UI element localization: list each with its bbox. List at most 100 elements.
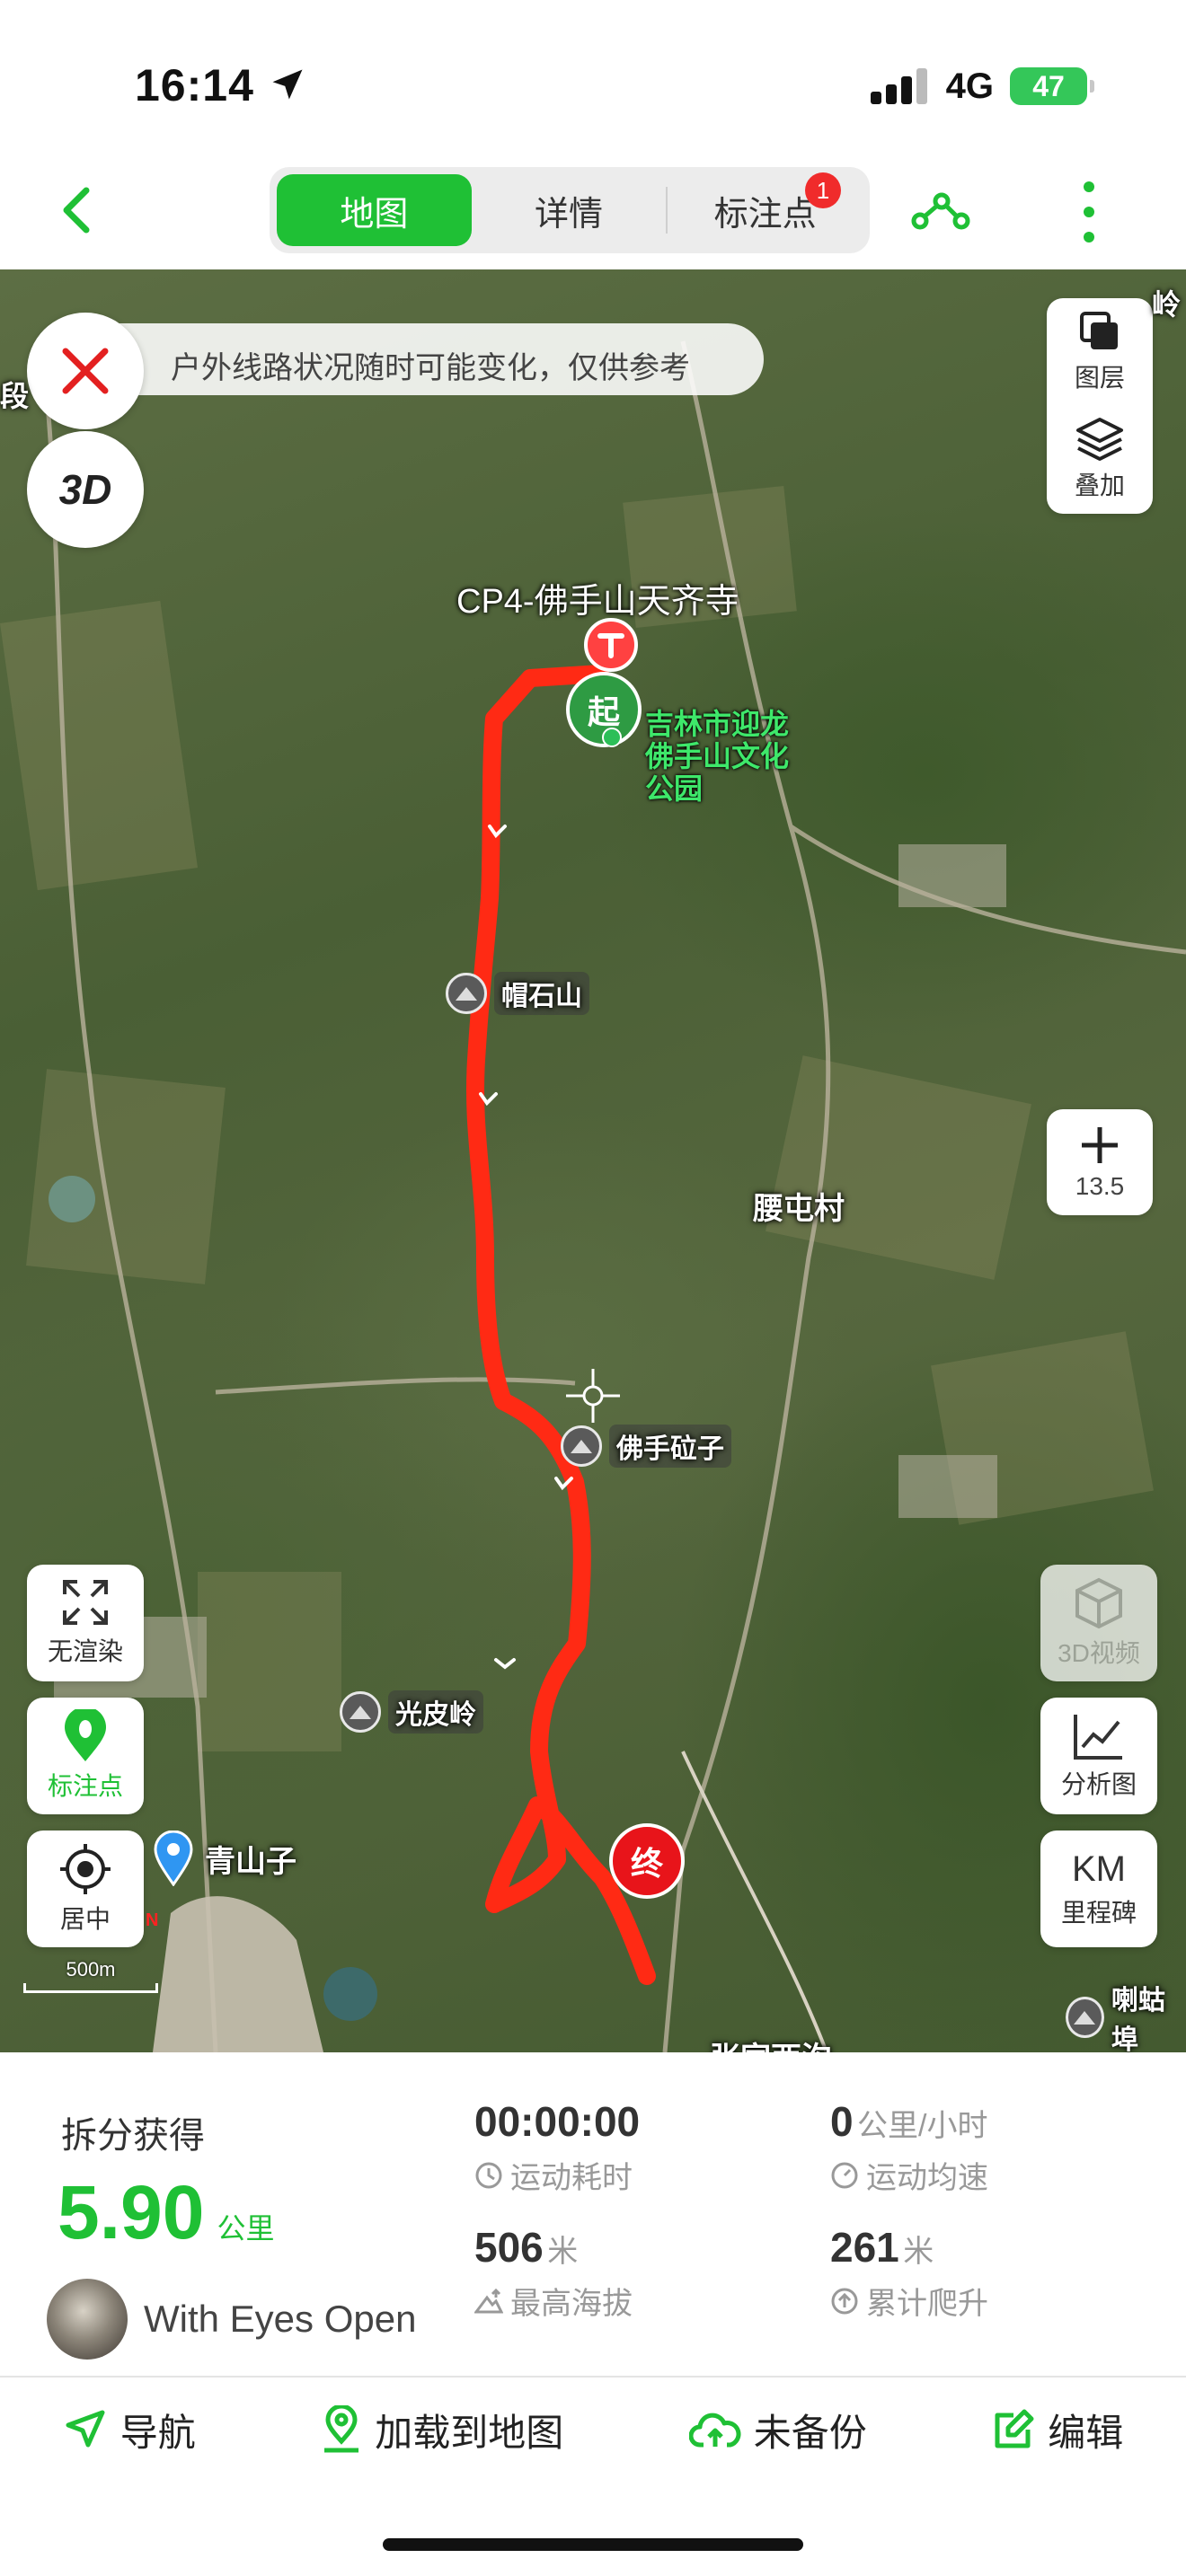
altitude-icon xyxy=(474,2288,503,2313)
edit-button[interactable]: 编辑 xyxy=(992,2403,1123,2457)
map-view[interactable]: 户外线路状况随时可能变化，仅供参考 3D 图层 叠加 13.5 无渲染 标注点 … xyxy=(0,269,1186,2052)
waypoints-button[interactable]: 标注点 xyxy=(27,1698,144,1814)
climb-up-icon xyxy=(831,2288,858,2314)
status-time: 16:14 xyxy=(135,59,307,111)
signal-icon xyxy=(870,68,927,104)
scale-line xyxy=(23,1983,158,1993)
peak-maoshishan[interactable]: 帽石山 xyxy=(446,972,589,1015)
mountain-icon xyxy=(1066,1997,1104,2038)
route-share-button[interactable] xyxy=(907,180,972,244)
navigate-button[interactable]: 导航 xyxy=(63,2403,196,2457)
expand-icon xyxy=(63,1580,108,1625)
action-bar: 导航 加载到地图 未备份 编辑 xyxy=(0,2376,1186,2483)
zoom-button[interactable]: 13.5 xyxy=(1047,1109,1153,1215)
km-icon: KM xyxy=(1072,1848,1126,1889)
tab-map-label: 地图 xyxy=(340,195,409,234)
author-row[interactable]: With Eyes Open xyxy=(47,2279,416,2360)
load-to-map-button[interactable]: 加载到地图 xyxy=(321,2403,563,2457)
milestones-button[interactable]: KM 里程碑 xyxy=(1040,1831,1157,1947)
no-render-label: 无渲染 xyxy=(47,1637,123,1665)
peak-label: 佛手砬子 xyxy=(609,1425,731,1468)
climb-unit: 米 xyxy=(903,2235,934,2269)
route-track xyxy=(465,665,656,1985)
video-3d-button[interactable]: 3D视频 xyxy=(1040,1565,1157,1681)
end-marker-label: 终 xyxy=(630,1845,663,1882)
peak-foshoulazi[interactable]: 佛手砬子 xyxy=(561,1425,731,1468)
duration-label: 运动耗时 xyxy=(510,2161,633,2195)
battery-level: 47 xyxy=(1032,69,1065,102)
north-arrow-icon: N xyxy=(146,1910,158,1929)
distance-unit: 公里 xyxy=(217,2212,275,2245)
peak-label: 光皮岭 xyxy=(388,1690,483,1734)
tab-details[interactable]: 详情 xyxy=(472,174,667,246)
peak-labuzi[interactable]: 喇蛄埠 xyxy=(1066,1978,1186,2052)
route-line xyxy=(465,665,656,1985)
analysis-label: 分析图 xyxy=(1060,1770,1137,1798)
line-chart-icon xyxy=(1074,1715,1122,1760)
checkpoint-marker[interactable] xyxy=(584,618,638,672)
author-name: With Eyes Open xyxy=(144,2298,417,2340)
navigate-label: 导航 xyxy=(119,2411,196,2454)
park-label: 吉林市迎龙佛手山文化公园 xyxy=(645,708,790,805)
town-poi[interactable]: 青山子 xyxy=(153,1831,296,1886)
end-marker-circle[interactable]: 终 xyxy=(609,1823,685,1899)
more-menu-button[interactable] xyxy=(1069,176,1109,248)
notice-banner: 户外线路状况随时可能变化，仅供参考 xyxy=(27,313,764,429)
tab-waypoints[interactable]: 标注点 1 xyxy=(668,172,863,246)
peak-guangpiling[interactable]: 光皮岭 xyxy=(340,1690,483,1734)
layer-panel: 图层 叠加 xyxy=(1047,298,1153,514)
toggle-3d-button[interactable]: 3D xyxy=(27,431,144,548)
zoom-level: 13.5 xyxy=(1075,1172,1125,1200)
peak-label: 帽石山 xyxy=(494,972,589,1015)
waypoints-label: 标注点 xyxy=(47,1772,123,1800)
edge-label-bottom: 张家西沟 xyxy=(710,2033,832,2052)
tab-bar: 地图 详情 标注点 1 xyxy=(270,167,870,253)
max-altitude-label: 最高海拔 xyxy=(510,2287,633,2321)
duration-value: 00:00:00 xyxy=(474,2098,641,2145)
layers-icon xyxy=(1080,312,1118,349)
close-notice-button[interactable] xyxy=(27,313,144,429)
overlay-button[interactable]: 叠加 xyxy=(1047,406,1153,512)
mountain-icon xyxy=(340,1691,381,1733)
checkpoint-label: CP4-佛手山天齐寺 xyxy=(456,583,739,621)
notification-badge: 1 xyxy=(805,172,842,208)
back-button[interactable] xyxy=(45,178,110,243)
crosshair-icon xyxy=(60,1844,111,1894)
cloud-upload-icon xyxy=(688,2413,741,2448)
distance: 5.90 公里 xyxy=(58,2169,275,2256)
tab-waypoints-label: 标注点 xyxy=(713,195,817,234)
summary-title: 拆分获得 xyxy=(61,2116,205,2156)
close-icon xyxy=(62,348,109,394)
start-marker-label: 起 xyxy=(587,693,620,730)
climb-label: 累计爬升 xyxy=(866,2287,988,2321)
analysis-button[interactable]: 分析图 xyxy=(1040,1698,1157,1814)
notice-text: 户外线路状况随时可能变化，仅供参考 xyxy=(171,351,690,385)
scale-label: 500m xyxy=(66,1958,116,1981)
3d-icon: 3D xyxy=(58,466,112,513)
navigation-arrow-icon xyxy=(66,2410,105,2448)
location-arrow-icon xyxy=(272,69,303,100)
edit-label: 编辑 xyxy=(1048,2411,1124,2454)
battery-icon: 47 xyxy=(1010,67,1094,105)
cube-icon xyxy=(1075,1577,1122,1629)
park-dot xyxy=(602,728,622,747)
map-center-crosshair-icon xyxy=(566,1369,620,1423)
status-right: 4G 47 xyxy=(870,65,1094,108)
layer-button[interactable]: 图层 xyxy=(1047,298,1153,404)
mountain-icon xyxy=(446,973,487,1014)
video-3d-label: 3D视频 xyxy=(1058,1639,1140,1667)
network-type: 4G xyxy=(945,66,994,106)
backup-button[interactable]: 未备份 xyxy=(688,2403,867,2457)
tab-map[interactable]: 地图 xyxy=(277,174,472,246)
avatar xyxy=(47,2279,128,2360)
summary-panel: 拆分获得 5.90 公里 With Eyes Open 00:00:00 运动耗… xyxy=(0,2052,1186,2378)
duration-stat: 00:00:00 运动耗时 xyxy=(474,2097,640,2197)
no-render-button[interactable]: 无渲染 xyxy=(27,1565,144,1681)
edge-label-left: 段 xyxy=(0,380,30,412)
speed-label: 运动均速 xyxy=(866,2161,988,2195)
speed-unit: 公里/小时 xyxy=(857,2109,988,2143)
center-button[interactable]: 居中 xyxy=(27,1831,144,1947)
speedometer-icon xyxy=(831,2162,858,2188)
plus-icon xyxy=(1082,1127,1118,1163)
village-label: 腰屯村 xyxy=(753,1192,845,1226)
